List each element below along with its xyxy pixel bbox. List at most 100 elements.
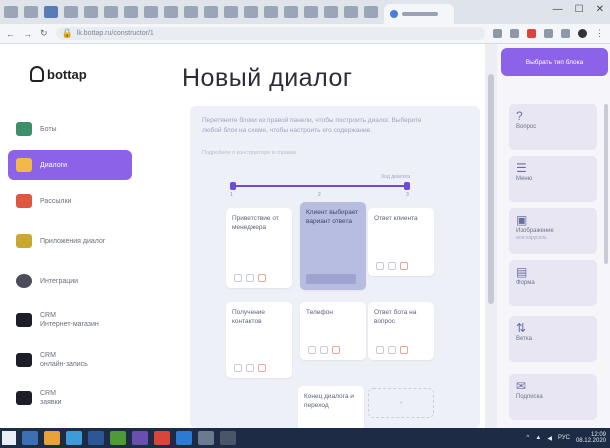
edit-icon[interactable] — [376, 262, 384, 270]
taskbar-app-icon[interactable] — [220, 431, 236, 445]
palette-block-subscribe[interactable]: ✉ Подписка — [509, 374, 597, 420]
copy-icon[interactable] — [388, 346, 396, 354]
volume-icon[interactable]: ◀ — [547, 435, 552, 442]
canvas-hint-sub[interactable]: Подробнее о конструкторе в справке — [202, 150, 297, 156]
dialog-canvas[interactable]: Перетяните блоки из правой панели, чтобы… — [190, 106, 480, 432]
taskbar-app-icon[interactable] — [198, 431, 214, 445]
minimize-icon[interactable]: — — [553, 4, 563, 15]
scrollbar-thumb[interactable] — [488, 74, 494, 304]
taskbar-app-icon[interactable] — [44, 431, 60, 445]
copy-icon[interactable] — [246, 364, 254, 372]
taskbar-app-icon[interactable] — [88, 431, 104, 445]
sidebar-item-dialogs[interactable]: Диалоги — [8, 150, 132, 180]
delete-icon[interactable] — [400, 346, 408, 354]
star-icon[interactable] — [510, 29, 519, 38]
delete-icon[interactable] — [258, 274, 266, 282]
taskbar-app-icon[interactable] — [110, 431, 126, 445]
menu-icon[interactable]: ⋮ — [595, 28, 604, 39]
extension-icon[interactable] — [561, 29, 570, 38]
add-block-placeholder[interactable]: + — [368, 388, 434, 418]
language-indicator[interactable]: РУС — [558, 435, 570, 441]
dialog-card[interactable]: Конец диалога и переход — [298, 386, 364, 432]
select-block-type-button[interactable]: Выбрать тип блока — [501, 48, 608, 76]
card-reply-input[interactable] — [306, 274, 356, 284]
edit-icon[interactable] — [234, 274, 242, 282]
delete-icon[interactable] — [332, 346, 340, 354]
sidebar-item-mailings[interactable]: Рассылки — [8, 186, 132, 216]
sidebar-item-bots[interactable]: Боты — [8, 114, 132, 144]
palette-block-menu[interactable]: ☰ Меню — [509, 156, 597, 202]
copy-icon[interactable] — [320, 346, 328, 354]
timeline-handle[interactable] — [404, 182, 410, 190]
browser-tab[interactable] — [284, 6, 298, 18]
browser-tab[interactable] — [304, 6, 318, 18]
sidebar-item-integrations[interactable]: Интеграции — [8, 266, 132, 296]
dialog-card[interactable]: Ответ бота на вопрос — [368, 302, 434, 360]
delete-icon[interactable] — [400, 262, 408, 270]
browser-tab[interactable] — [144, 6, 158, 18]
edit-icon[interactable] — [234, 364, 242, 372]
sidebar-item-crm-requests[interactable]: CRM заявки — [8, 382, 132, 414]
dialog-card-selected[interactable]: Клиент выбирает вариант ответа — [300, 202, 366, 290]
browser-tab[interactable] — [264, 6, 278, 18]
mailing-icon — [16, 194, 32, 208]
maximize-icon[interactable]: ☐ — [575, 4, 584, 15]
dialog-card[interactable]: Получение контактов — [226, 302, 292, 378]
sidebar-item-crm-booking[interactable]: CRM онлайн-запись — [8, 344, 132, 376]
palette-block-image[interactable]: ▣ Изображение или карусель — [509, 208, 597, 254]
extension-icon[interactable] — [544, 29, 553, 38]
edit-icon[interactable] — [308, 346, 316, 354]
extension-icon[interactable] — [493, 29, 502, 38]
taskbar: ^ ▲ ◀ РУС 12:09 08.12.2020 — [0, 428, 610, 448]
copy-icon[interactable] — [246, 274, 254, 282]
tray-arrow-icon[interactable]: ^ — [527, 435, 530, 441]
edit-icon[interactable] — [376, 346, 384, 354]
sidebar-item-crm-shop[interactable]: CRM Интернет-магазин — [8, 304, 132, 336]
url-input[interactable]: 🔒 lk.bottap.ru/constructor/1 — [55, 27, 485, 40]
browser-tab[interactable] — [24, 6, 38, 18]
palette-scrollbar[interactable] — [604, 104, 608, 264]
browser-tab[interactable] — [324, 6, 338, 18]
browser-tab[interactable] — [224, 6, 238, 18]
browser-tab[interactable] — [44, 6, 58, 18]
taskbar-app-icon[interactable] — [66, 431, 82, 445]
close-icon[interactable]: ✕ — [596, 4, 604, 15]
browser-tab[interactable] — [4, 6, 18, 18]
profile-avatar[interactable] — [578, 29, 587, 38]
reload-icon[interactable]: ↻ — [40, 28, 48, 39]
palette-block-question[interactable]: ? Вопрос — [509, 104, 597, 150]
browser-tab[interactable] — [84, 6, 98, 18]
browser-tab[interactable] — [344, 6, 358, 18]
forward-icon[interactable]: → — [23, 29, 32, 39]
browser-tab[interactable] — [124, 6, 138, 18]
extension-icon[interactable] — [527, 29, 536, 38]
main-content: Новый диалог Перетяните блоки из правой … — [150, 44, 495, 432]
browser-tab[interactable] — [184, 6, 198, 18]
clock[interactable]: 12:09 08.12.2020 — [576, 432, 606, 444]
palette-block-form[interactable]: ▤ Форма — [509, 260, 597, 306]
logo[interactable]: bottap — [30, 66, 87, 82]
browser-tab[interactable] — [364, 6, 378, 18]
browser-tab[interactable] — [164, 6, 178, 18]
timeline-handle[interactable] — [230, 182, 236, 190]
copy-icon[interactable] — [388, 262, 396, 270]
back-icon[interactable]: ← — [6, 29, 15, 39]
taskbar-app-icon[interactable] — [132, 431, 148, 445]
browser-tab[interactable] — [64, 6, 78, 18]
sidebar-item-apps[interactable]: Приложения диалог — [8, 226, 132, 256]
dialog-card[interactable]: Телефон — [300, 302, 366, 360]
palette-block-branch[interactable]: ⇅ Ветка — [509, 316, 597, 362]
network-icon[interactable]: ▲ — [535, 435, 541, 441]
active-browser-tab[interactable] — [384, 4, 454, 24]
browser-tab[interactable] — [104, 6, 118, 18]
delete-icon[interactable] — [258, 364, 266, 372]
dialog-card[interactable]: Приветствие от менеджера — [226, 208, 292, 288]
browser-tab[interactable] — [204, 6, 218, 18]
taskbar-app-icon[interactable] — [176, 431, 192, 445]
browser-tab[interactable] — [244, 6, 258, 18]
chrome-taskbar-icon[interactable] — [154, 431, 170, 445]
taskbar-app-icon[interactable] — [22, 431, 38, 445]
dialog-card[interactable]: Ответ клиента — [368, 208, 434, 276]
main-scrollbar[interactable] — [485, 44, 497, 428]
windows-start-icon[interactable] — [2, 431, 16, 445]
